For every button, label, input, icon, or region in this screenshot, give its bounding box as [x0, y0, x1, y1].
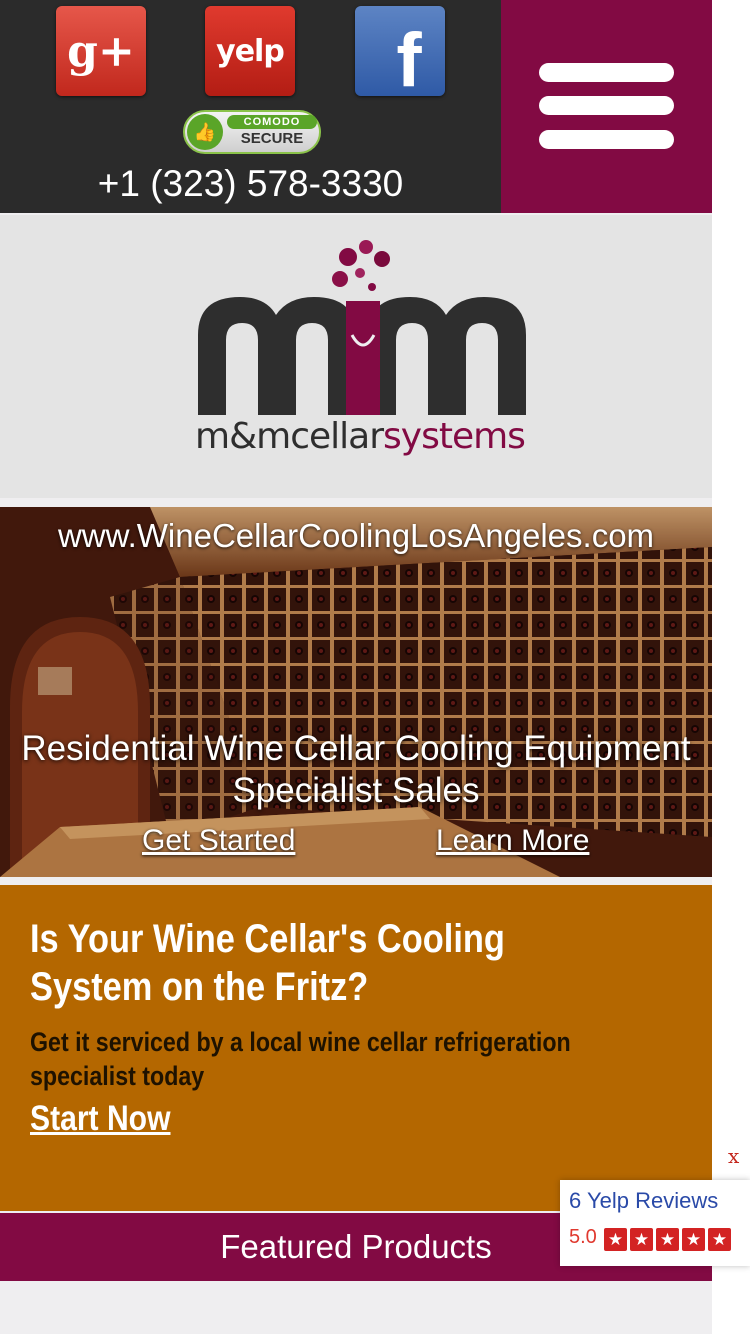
wine-cellar-photo [0, 507, 712, 877]
logo-wordmark-accent: systems [383, 416, 526, 457]
yelp-glyph: yelp [216, 33, 285, 69]
google-plus-glyph: g+ [67, 25, 135, 77]
star-icon: ★ [604, 1228, 627, 1251]
promo-heading: Is Your Wine Cellar's Cooling System on … [30, 917, 505, 1009]
learn-more-link[interactable]: Learn More [436, 824, 589, 858]
hamburger-bar [539, 96, 674, 115]
content-area [0, 1281, 712, 1334]
star-icon: ★ [630, 1228, 653, 1251]
get-started-link[interactable]: Get Started [142, 824, 295, 858]
header-contact-area: g+ yelp f 👍 COMODO SECURE +1 (323) 578-3… [0, 0, 501, 213]
yelp-reviews-widget[interactable]: 6 Yelp Reviews 5.0 ★ ★ ★ ★ ★ [560, 1180, 750, 1266]
hero-headline: Residential Wine Cellar Cooling Equipmen… [21, 729, 691, 810]
top-header: g+ yelp f 👍 COMODO SECURE +1 (323) 578-3… [0, 0, 712, 213]
facebook-glyph: f [396, 17, 422, 103]
star-icon: ★ [656, 1228, 679, 1251]
logo-wordmark-dark: m&mcellar [195, 416, 384, 457]
hero-banner: www.WineCellarCoolingLosAngeles.com [0, 507, 712, 877]
comodo-secure-badge: 👍 COMODO SECURE [183, 110, 321, 154]
secure-label: SECURE [240, 130, 304, 147]
yelp-widget-close-button[interactable]: x [728, 1144, 739, 1168]
promo-subheading: Get it serviced by a local wine cellar r… [30, 1027, 571, 1091]
yelp-icon[interactable]: yelp [205, 6, 295, 96]
menu-button[interactable] [501, 0, 712, 213]
star-icon: ★ [708, 1228, 731, 1251]
yelp-star-rating: ★ ★ ★ ★ ★ [604, 1228, 731, 1251]
hero-website-url: www.WineCellarCoolingLosAngeles.com [57, 517, 655, 554]
phone-number-link[interactable]: +1 (323) 578-3330 [0, 163, 501, 205]
page: g+ yelp f 👍 COMODO SECURE +1 (323) 578-3… [0, 0, 712, 1334]
yelp-review-count[interactable]: 6 Yelp Reviews [569, 1188, 718, 1214]
star-icon: ★ [682, 1228, 705, 1251]
hamburger-bar [539, 130, 674, 149]
google-plus-icon[interactable]: g+ [56, 6, 146, 96]
logo-wordmark: m&mcellarsystems [195, 416, 535, 457]
thumbs-up-icon: 👍 [187, 114, 223, 150]
hamburger-bar [539, 63, 674, 82]
start-now-link[interactable]: Start Now [30, 1099, 170, 1139]
yelp-rating-value: 5.0 [569, 1226, 597, 1248]
facebook-icon[interactable]: f [355, 6, 445, 103]
comodo-brand: COMODO [227, 115, 317, 129]
